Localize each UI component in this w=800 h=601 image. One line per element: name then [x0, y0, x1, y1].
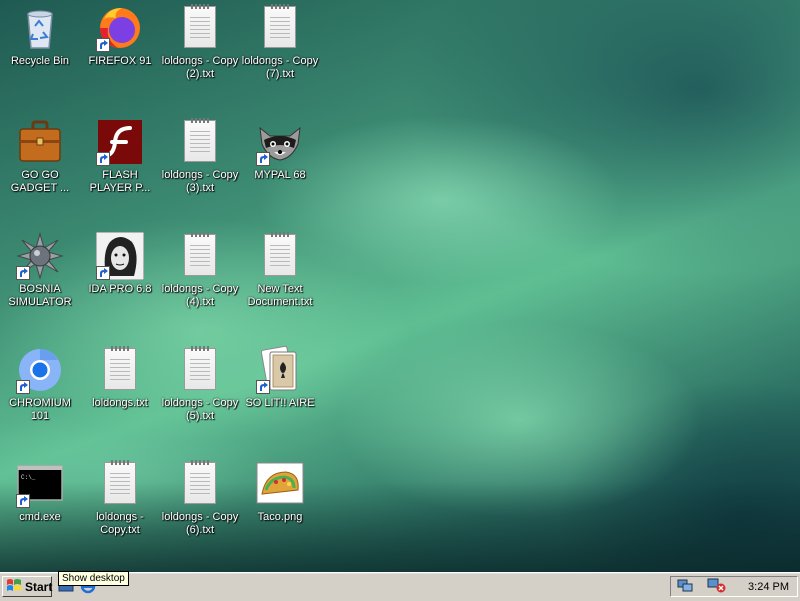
chromium-icon — [16, 346, 64, 394]
portrait-icon — [95, 231, 145, 281]
desktop-icon-loldongs-copy-3[interactable]: loldongs - Copy (3).txt — [160, 118, 240, 195]
text-document-icon — [176, 232, 224, 280]
network-disconnected-icon[interactable] — [707, 577, 727, 596]
recycle-bin-icon — [16, 4, 64, 52]
shortcut-arrow-icon — [256, 152, 270, 166]
desktop-icon-go-go-gadget[interactable]: GO GO GADGET ... — [0, 118, 80, 195]
icon-label: loldongs.txt — [92, 397, 148, 409]
windows-logo-icon — [6, 578, 22, 595]
desktop-icon-flash-player[interactable]: FLASH PLAYER P... — [80, 118, 160, 195]
icon-label: GO GO GADGET ... — [10, 169, 70, 194]
icon-label: FLASH PLAYER P... — [89, 169, 151, 194]
desktop-icon-loldongs-copy-4[interactable]: loldongs - Copy (4).txt — [160, 232, 240, 309]
desktop-icon-loldongs-copy-7[interactable]: loldongs - Copy (7).txt — [240, 4, 320, 81]
desktop-icon-taco-png[interactable]: Taco.png — [240, 460, 320, 524]
start-label: Start — [25, 579, 53, 594]
text-document-icon — [256, 232, 304, 280]
shortcut-arrow-icon — [16, 494, 30, 508]
desktop-icon-loldongs-copy-txt[interactable]: loldongs - Copy.txt — [80, 460, 160, 537]
icon-label: loldongs - Copy (6).txt — [161, 511, 239, 536]
text-document-icon — [96, 346, 144, 394]
desktop-icon-bosnia-simulator[interactable]: BOSNIA SIMULATOR — [0, 232, 80, 309]
icon-label: New Text Document.txt — [247, 283, 313, 308]
icon-label: loldongs - Copy (7).txt — [241, 55, 319, 80]
desktop-icon-loldongs-copy-5[interactable]: loldongs - Copy (5).txt — [160, 346, 240, 423]
show-desktop-tooltip: Show desktop — [58, 571, 129, 586]
desktop-icon-recycle-bin[interactable]: Recycle Bin — [0, 4, 80, 68]
desktop[interactable]: Recycle Bin GO GO GADGET ... BOSNIA SIMU… — [0, 0, 800, 572]
desktop-icon-firefox[interactable]: FIREFOX 91 — [80, 4, 160, 68]
desktop-icon-loldongs-copy-2[interactable]: loldongs - Copy (2).txt — [160, 4, 240, 81]
playing-cards-icon — [256, 345, 304, 394]
system-tray: 3:24 PM — [670, 576, 798, 597]
start-button[interactable]: Start — [2, 576, 52, 597]
icon-label: BOSNIA SIMULATOR — [8, 283, 72, 308]
text-document-icon — [256, 4, 304, 52]
desktop-icon-new-text-document[interactable]: New Text Document.txt — [240, 232, 320, 309]
desktop-icon-mypal[interactable]: MYPAL 68 — [240, 118, 320, 182]
text-document-icon — [176, 4, 224, 52]
icon-label: MYPAL 68 — [254, 169, 306, 181]
icon-label: cmd.exe — [19, 511, 61, 523]
icon-label: CHROMIUM 101 — [9, 397, 71, 422]
clock[interactable]: 3:24 PM — [748, 581, 789, 593]
text-document-icon — [176, 118, 224, 166]
icon-label: loldongs - Copy (5).txt — [161, 397, 239, 422]
shortcut-arrow-icon — [16, 380, 30, 394]
desktop-icon-ida-pro[interactable]: IDA PRO 6.8 — [80, 231, 160, 296]
raccoon-icon — [256, 118, 304, 166]
briefcase-icon — [16, 118, 64, 166]
network-status-icon[interactable] — [677, 577, 693, 596]
icon-label: loldongs - Copy (3).txt — [161, 169, 239, 194]
flash-icon — [96, 118, 144, 166]
spiked-ball-icon — [16, 232, 64, 280]
desktop-icon-cmd[interactable]: C:\_ cmd.exe — [0, 460, 80, 524]
shortcut-arrow-icon — [96, 152, 110, 166]
shortcut-arrow-icon — [96, 266, 110, 280]
icon-label: loldongs - Copy (4).txt — [161, 283, 239, 308]
icon-label: loldongs - Copy.txt — [96, 511, 144, 536]
text-document-icon — [176, 460, 224, 508]
taco-image-icon — [256, 460, 304, 508]
text-document-icon — [96, 460, 144, 508]
icon-label: Recycle Bin — [10, 55, 70, 67]
icon-label: Taco.png — [257, 511, 303, 523]
svg-text:C:\_: C:\_ — [21, 474, 36, 481]
icon-label: SO LIT!! AIRE — [245, 397, 315, 409]
shortcut-arrow-icon — [16, 266, 30, 280]
text-document-icon — [176, 346, 224, 394]
shortcut-arrow-icon — [96, 38, 110, 52]
console-icon: C:\_ — [16, 460, 64, 508]
icon-label: FIREFOX 91 — [88, 55, 152, 67]
desktop-icon-chromium[interactable]: CHROMIUM 101 — [0, 346, 80, 423]
firefox-icon — [96, 4, 144, 52]
icon-label: IDA PRO 6.8 — [88, 283, 152, 295]
icon-label: loldongs - Copy (2).txt — [161, 55, 239, 80]
shortcut-arrow-icon — [256, 380, 270, 394]
desktop-icon-loldongs-txt[interactable]: loldongs.txt — [80, 346, 160, 410]
desktop-icon-solitaire[interactable]: SO LIT!! AIRE — [240, 345, 320, 410]
desktop-icon-loldongs-copy-6[interactable]: loldongs - Copy (6).txt — [160, 460, 240, 537]
